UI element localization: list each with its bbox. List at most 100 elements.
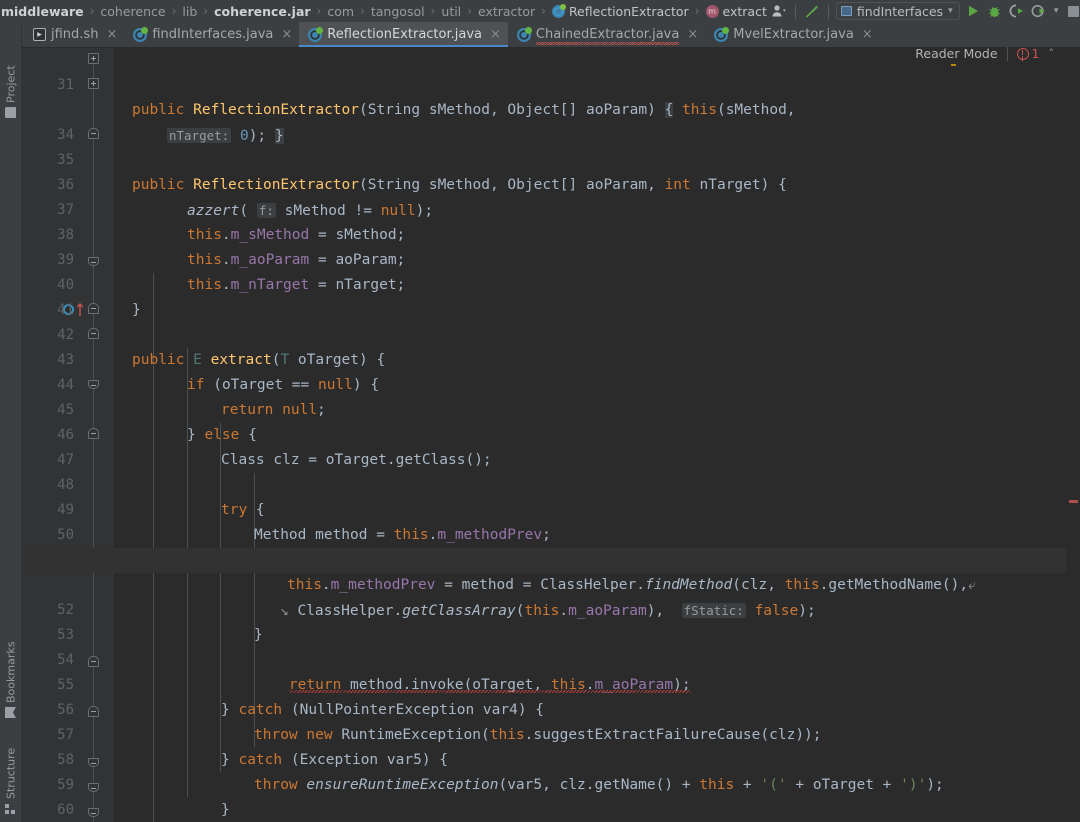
code-line[interactable]: 57 } catch (Exception var5) { [22, 698, 1080, 768]
code-line[interactable]: 59 } [22, 748, 1080, 818]
breadcrumb-label: middleware [1, 3, 84, 19]
java-class-icon [551, 3, 566, 18]
error-count-badge[interactable]: 1 [1016, 46, 1040, 61]
chevron-up-icon[interactable]: ˄ [1049, 47, 1055, 60]
code-line[interactable]: 42 public E extract(T oTarget) { [22, 298, 1080, 368]
tab-close-icon[interactable]: × [106, 28, 117, 41]
reader-mode-label[interactable]: Reader Mode [915, 46, 998, 66]
run-play-icon[interactable] [962, 0, 984, 22]
code-line[interactable]: 43 if (oTarget == null) { [22, 323, 1080, 393]
tab-findinterfaces-java[interactable]: findInterfaces.java × [124, 22, 299, 47]
tab-label: findInterfaces.java [152, 27, 274, 42]
breadcrumb-separator: › [203, 4, 209, 18]
breadcrumb-label: extractor [477, 3, 536, 19]
left-tool-window-strip: Project Bookmarks Structure [0, 22, 22, 822]
breadcrumb-item-lib[interactable]: lib [181, 4, 198, 19]
tab-label: MvelExtractor.java [733, 27, 854, 42]
java-class-icon [308, 26, 324, 42]
code-line[interactable]: 39 this.m_nTarget = nTarget; [22, 223, 1080, 293]
chevron-down-icon: ▾ [948, 6, 953, 16]
breadcrumb-label: extract [722, 3, 767, 19]
run-config-icon [840, 6, 852, 16]
sidebar-item-bookmarks[interactable]: Bookmarks [0, 632, 22, 718]
code-line-wrapped[interactable]: ↘ ClassHelper.getClassArray(this.m_aoPar… [22, 548, 1080, 619]
hammer-icon[interactable] [801, 0, 823, 22]
breadcrumb-separator: › [430, 4, 436, 18]
tab-chainedextractor-java[interactable]: ChainedExtractor.java × [508, 22, 705, 47]
editor-tab-bar: jfind.sh × findInterfaces.java × Reflect… [0, 22, 1080, 48]
breadcrumb-separator: › [541, 4, 546, 18]
code-line[interactable]: 45 } else { [22, 373, 1080, 443]
breadcrumb-item-coherence[interactable]: coherence [99, 4, 166, 19]
code-line[interactable]: nTarget: 0); } [22, 73, 1080, 144]
editor-inspection-widget: Reader Mode 1 ˄ [915, 46, 1055, 66]
code-line[interactable]: 56 throw new RuntimeException(this.sugge… [22, 673, 1080, 743]
breadcrumb-separator: › [171, 4, 177, 18]
code-line[interactable]: 55 } catch (NullPointerException var4) { [22, 648, 1080, 718]
profiler-icon[interactable] [1028, 0, 1050, 22]
editor-scrollbar[interactable] [1066, 48, 1080, 822]
toolbar-divider [827, 3, 829, 19]
java-class-icon [133, 26, 149, 42]
stop-square-icon[interactable] [1063, 0, 1080, 22]
chevron-down-icon[interactable]: ▾ [1050, 0, 1063, 22]
breadcrumb-separator: › [316, 4, 322, 18]
code-line[interactable]: 34 [22, 98, 1080, 143]
code-line[interactable]: 61 } [22, 798, 1080, 822]
code-line[interactable]: 60 } [22, 773, 1080, 818]
run-coverage-icon[interactable] [1006, 0, 1028, 22]
breadcrumb-item-com[interactable]: com [326, 4, 355, 19]
code-line[interactable]: 47 [22, 423, 1080, 468]
code-line[interactable]: 37 this.m_sMethod = sMethod; [22, 173, 1080, 243]
code-line[interactable]: 40 } [22, 248, 1080, 318]
code-line[interactable]: 36 azzert( f: sMethod != null); [22, 148, 1080, 219]
shell-script-icon [33, 28, 46, 41]
code-line[interactable]: 48 try { [22, 448, 1080, 518]
code-line[interactable]: 54 return method.invoke(oTarget, this.m_… [22, 623, 1080, 693]
code-line[interactable]: 51 this.m_methodPrev = method = ClassHel… [22, 523, 1080, 593]
breadcrumb-item-tangosol[interactable]: tangosol [370, 4, 426, 19]
tab-mvelextractor-java[interactable]: MvelExtractor.java × [705, 22, 879, 47]
scrollbar-error-mark[interactable] [1069, 500, 1078, 503]
breadcrumb-item-extractor[interactable]: extractor [477, 4, 536, 19]
user-profile-icon[interactable] [768, 0, 790, 22]
tab-jfind-sh[interactable]: jfind.sh × [24, 22, 124, 47]
breadcrumb-item-extract[interactable]: extract [705, 4, 768, 19]
code-editor[interactable]: 31 public ReflectionExtractor(String sMe… [22, 48, 1080, 822]
code-line[interactable]: 49 Method method = this.m_methodPrev; [22, 473, 1080, 543]
code-line[interactable]: 52 } [22, 573, 1080, 643]
breadcrumb-label: lib [182, 3, 198, 19]
tab-close-icon[interactable]: × [490, 28, 501, 41]
code-line[interactable]: 38 this.m_aoParam = aoParam; [22, 198, 1080, 268]
sidebar-item-project[interactable]: Project [0, 48, 22, 118]
widget-divider [1006, 46, 1008, 61]
code-line[interactable]: 53 [22, 598, 1080, 643]
sidebar-item-structure[interactable]: Structure [0, 738, 22, 814]
tab-close-icon[interactable]: × [687, 28, 698, 41]
tab-close-icon[interactable]: × [862, 28, 873, 41]
breadcrumb-label: coherence [100, 3, 166, 19]
breadcrumb-item-middleware[interactable]: middleware [0, 4, 85, 19]
tab-reflectionextractor-java[interactable]: ReflectionExtractor.java × [299, 22, 508, 47]
sidebar-item-label: Structure [4, 747, 18, 799]
code-line[interactable]: 44 return null; [22, 348, 1080, 418]
run-config-label: findInterfaces [856, 3, 944, 19]
breadcrumb-item-util[interactable]: util [440, 4, 462, 19]
code-line[interactable]: 50 if (method == null || method.getDecla… [22, 498, 1080, 568]
breadcrumb-label: tangosol [370, 3, 425, 19]
code-line[interactable]: 58 throw ensureRuntimeException(var5, cl… [22, 723, 1080, 793]
sidebar-item-label: Project [4, 65, 18, 103]
code-line[interactable]: 46 Class clz = oTarget.getClass(); [22, 398, 1080, 468]
tab-close-icon[interactable]: × [281, 28, 292, 41]
chevron-down-glyph: ▾ [1053, 6, 1059, 16]
code-line[interactable]: 41 [22, 273, 1080, 318]
debug-bug-icon[interactable] [984, 0, 1006, 22]
code-line[interactable]: 35 public ReflectionExtractor(String sMe… [22, 123, 1080, 193]
structure-icon [5, 803, 17, 814]
run-configuration-selector[interactable]: findInterfaces ▾ [835, 2, 960, 20]
tab-label: ChainedExtractor.java [535, 27, 680, 45]
breadcrumb-label: ReflectionExtractor [568, 3, 689, 19]
breadcrumb-item-reflectionextractor[interactable]: ReflectionExtractor [551, 3, 690, 19]
java-method-icon [705, 4, 719, 18]
breadcrumb-item-coherence-jar[interactable]: coherence.jar [213, 4, 311, 19]
